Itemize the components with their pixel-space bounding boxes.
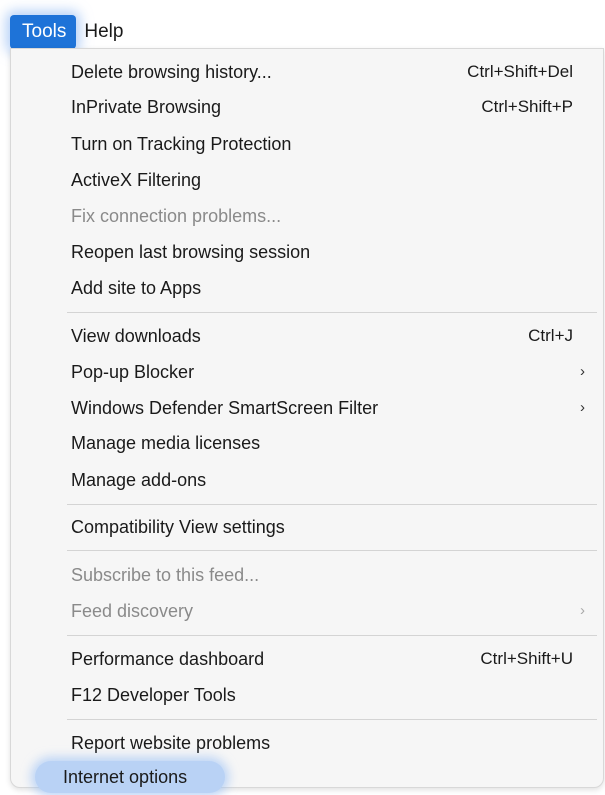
menu-separator xyxy=(67,312,597,313)
menu-item-fix-connection-problems: Fix connection problems... xyxy=(11,198,603,234)
menu-item-label: Subscribe to this feed... xyxy=(71,565,260,585)
menu-item-shortcut: Ctrl+Shift+U xyxy=(480,649,573,668)
menu-item-shortcut: Ctrl+Shift+Del xyxy=(467,62,573,81)
chevron-right-icon: › xyxy=(580,399,585,416)
menu-item-label: Manage media licenses xyxy=(71,433,261,453)
menu-item-popup-blocker[interactable]: Pop-up Blocker › xyxy=(11,354,603,390)
menu-item-inprivate-browsing[interactable]: InPrivate Browsing Ctrl+Shift+P xyxy=(11,89,603,125)
menu-item-label: F12 Developer Tools xyxy=(71,685,236,705)
ie-tools-menu-screen: Tools Help Delete browsing history... Ct… xyxy=(0,0,605,794)
menu-item-label: Reopen last browsing session xyxy=(71,242,311,262)
menu-item-shortcut: Ctrl+J xyxy=(528,326,573,345)
menu-item-label: Internet options xyxy=(63,767,188,787)
menu-item-manage-media-licenses[interactable]: Manage media licenses xyxy=(11,425,603,461)
menu-item-subscribe-to-feed: Subscribe to this feed... xyxy=(11,557,603,593)
menu-item-label: Add site to Apps xyxy=(71,278,202,298)
menu-item-label: Pop-up Blocker xyxy=(71,362,195,382)
menu-item-label: View downloads xyxy=(71,326,201,346)
menu-item-add-site-to-apps[interactable]: Add site to Apps xyxy=(11,270,603,306)
menu-bar: Tools Help xyxy=(10,14,604,50)
menu-item-label: Report website problems xyxy=(71,733,271,753)
menu-item-label: Performance dashboard xyxy=(71,649,265,669)
chevron-right-icon: › xyxy=(580,363,585,380)
menu-item-label: Manage add-ons xyxy=(71,470,207,490)
menu-separator xyxy=(67,635,597,636)
menu-item-f12-developer-tools[interactable]: F12 Developer Tools xyxy=(11,677,603,713)
menu-item-reopen-last-session[interactable]: Reopen last browsing session xyxy=(11,234,603,270)
menu-item-label: Windows Defender SmartScreen Filter xyxy=(71,398,379,418)
menu-item-smartscreen-filter[interactable]: Windows Defender SmartScreen Filter › xyxy=(11,390,603,426)
menu-item-internet-options[interactable]: Internet options xyxy=(11,759,603,795)
menu-item-label: Compatibility View settings xyxy=(71,517,285,537)
menu-separator xyxy=(67,504,597,505)
chevron-right-icon: › xyxy=(580,602,585,619)
menubar-tools[interactable]: Tools xyxy=(10,15,77,49)
menu-item-label: Feed discovery xyxy=(71,601,194,621)
menu-item-report-website-problems[interactable]: Report website problems xyxy=(11,725,603,761)
menu-item-label: Turn on Tracking Protection xyxy=(71,134,292,154)
tools-dropdown-menu: Delete browsing history... Ctrl+Shift+De… xyxy=(10,48,604,793)
menu-separator xyxy=(67,550,597,551)
menu-item-delete-browsing-history[interactable]: Delete browsing history... Ctrl+Shift+De… xyxy=(11,54,603,90)
menu-item-compatibility-view-settings[interactable]: Compatibility View settings xyxy=(11,509,603,545)
menu-item-shortcut: Ctrl+Shift+P xyxy=(481,97,573,116)
menu-item-label: Delete browsing history... xyxy=(71,62,272,82)
menu-item-tracking-protection[interactable]: Turn on Tracking Protection xyxy=(11,126,603,162)
menubar-help[interactable]: Help xyxy=(76,15,131,49)
menu-item-performance-dashboard[interactable]: Performance dashboard Ctrl+Shift+U xyxy=(11,641,603,677)
menu-item-label: Fix connection problems... xyxy=(71,206,282,226)
menu-item-label: ActiveX Filtering xyxy=(71,170,202,190)
menu-item-label: InPrivate Browsing xyxy=(71,97,222,117)
menu-item-manage-add-ons[interactable]: Manage add-ons xyxy=(11,462,603,498)
menu-item-feed-discovery: Feed discovery › xyxy=(11,593,603,629)
menu-separator xyxy=(67,719,597,720)
menu-item-activex-filtering[interactable]: ActiveX Filtering xyxy=(11,162,603,198)
menu-item-view-downloads[interactable]: View downloads Ctrl+J xyxy=(11,318,603,354)
